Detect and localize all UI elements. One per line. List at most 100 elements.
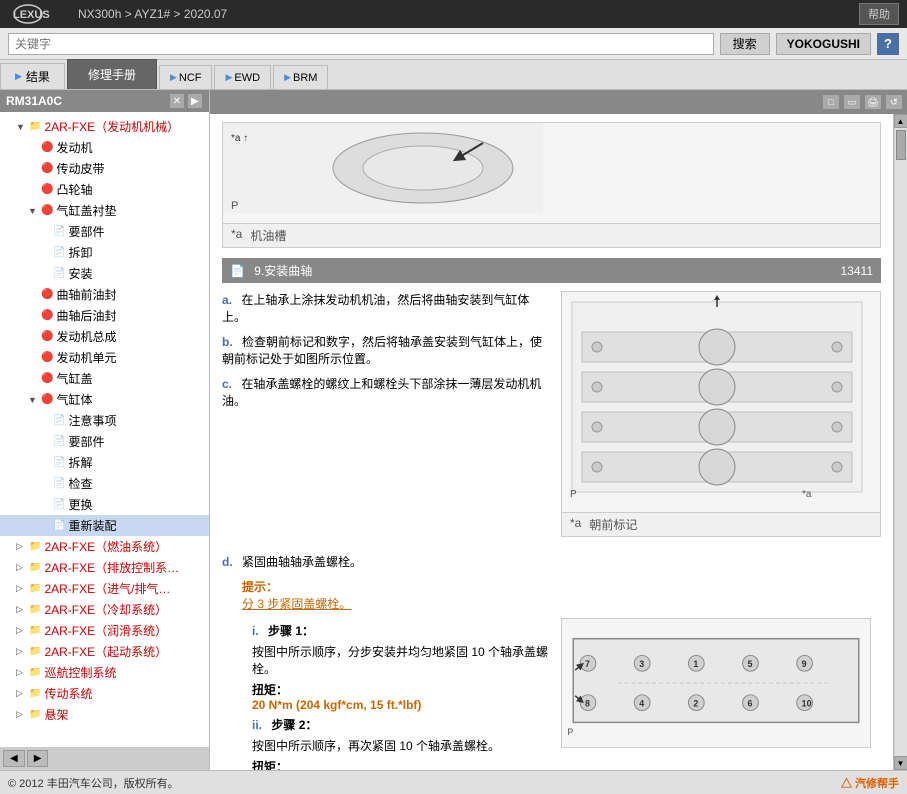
step-b: b. 检查朝前标记和数字，然后将轴承盖安装到气缸体上，使朝前标记处于如图所示位置…: [222, 333, 551, 367]
folder-icon: 📁: [29, 688, 41, 699]
tree-item-disassembly[interactable]: 📄 拆解: [0, 452, 209, 473]
substep-ii-text: 按图中所示顺序，再次紧固 10 个轴承盖螺栓。: [252, 737, 551, 754]
svg-text:6: 6: [748, 699, 753, 709]
section-title: 9.安装曲轴: [254, 264, 312, 278]
crankshaft-diagram-right: P *a *a 朝前标记: [561, 291, 881, 545]
tree-item-transmission[interactable]: ▷ 📁 传动系统: [0, 683, 209, 704]
nav-left-button[interactable]: ◀: [3, 750, 25, 767]
tree-container: ▼ 📁 2AR-FXE（发动机机械） 🔴 发动机 🔴 传动皮带 🔴 凸轮轴: [0, 112, 209, 747]
brm-label: BRM: [293, 72, 317, 84]
oil-groove-diagram: P *a ↑: [223, 123, 543, 223]
svg-text:5: 5: [748, 659, 753, 669]
scroll-down-arrow[interactable]: ▼: [894, 756, 907, 770]
tree-item-label: 发动机单元: [56, 349, 116, 366]
steps-left: a. 在上轴承上涂抹发动机机油，然后将曲轴安装到气缸体上。 b. 检查朝前标记和…: [222, 291, 551, 545]
yokogushi-button[interactable]: YOKOGUSHI: [776, 33, 871, 55]
right-scrollbar: ▲ ▼: [893, 114, 907, 770]
tree-item-emission-control[interactable]: ▷ 📁 2AR-FXE（排放控制系…: [0, 557, 209, 578]
step-a-text: 在上轴承上涂抹发动机机油，然后将曲轴安装到气缸体上。: [222, 293, 529, 324]
tab-brm[interactable]: ▶ BRM: [273, 65, 328, 89]
content-btn-2[interactable]: ▭: [843, 94, 861, 110]
folder-icon: 📁: [29, 646, 41, 657]
scroll-up-arrow[interactable]: ▲: [894, 114, 907, 128]
nav-right-button[interactable]: ▶: [27, 750, 49, 767]
tree-item-label: 巡航控制系统: [44, 664, 116, 681]
tab-repair-manual[interactable]: 修理手册: [67, 59, 157, 89]
ewd-label: EWD: [234, 72, 260, 84]
tree-item-installation[interactable]: 📄 安装: [0, 263, 209, 284]
tree-item-2arfxe-engine[interactable]: ▼ 📁 2AR-FXE（发动机机械）: [0, 116, 209, 137]
tree-item-suspension[interactable]: ▷ 📁 悬架: [0, 704, 209, 725]
tree-item-reassembly[interactable]: 📄 重新装配: [0, 515, 209, 536]
tree-item-belt[interactable]: 🔴 传动皮带: [0, 158, 209, 179]
tree-item-cylinder-block[interactable]: ▼ 🔴 气缸体: [0, 389, 209, 410]
tree-item-cruise-control[interactable]: ▷ 📁 巡航控制系统: [0, 662, 209, 683]
panel-header-controls: ✕ ▶: [169, 93, 203, 109]
tree-item-label: 2AR-FXE（润滑系统）: [44, 622, 167, 639]
tree-item-notes[interactable]: 📄 注意事项: [0, 410, 209, 431]
svg-text:P: P: [231, 200, 238, 212]
tree-item-camshaft[interactable]: 🔴 凸轮轴: [0, 179, 209, 200]
folder-icon: 📁: [29, 604, 41, 615]
tree-item-fuel-system[interactable]: ▷ 📁 2AR-FXE（燃油系统）: [0, 536, 209, 557]
right-panel: □ ▭ 🖨 ↺ P: [210, 90, 907, 770]
content-print-btn[interactable]: 🖨: [864, 94, 882, 110]
folder-icon: 📁: [29, 541, 41, 552]
content-refresh-btn[interactable]: ↺: [885, 94, 903, 110]
tree-item-label: 发动机: [56, 139, 92, 156]
content-btn-1[interactable]: □: [822, 94, 840, 110]
svg-text:P: P: [567, 727, 573, 737]
search-button[interactable]: 搜索: [720, 33, 770, 55]
folder-icon: 📁: [29, 625, 41, 636]
svg-text:2: 2: [693, 699, 698, 709]
tree-item-inspection[interactable]: 📄 检查: [0, 473, 209, 494]
help-button[interactable]: 帮助: [859, 3, 899, 25]
tree-item-front-seal[interactable]: 🔴 曲轴前油封: [0, 284, 209, 305]
tree-item-replacement[interactable]: 📄 更换: [0, 494, 209, 515]
panel-expand-button[interactable]: ▶: [187, 93, 203, 109]
tree-item-engine[interactable]: 🔴 发动机: [0, 137, 209, 158]
oil-groove-image: P *a ↑: [222, 122, 881, 248]
results-label: 结果: [26, 68, 50, 85]
tree-item-parts[interactable]: 📄 要部件: [0, 431, 209, 452]
ncf-arrow: ▶: [170, 72, 177, 83]
help-icon-button[interactable]: ?: [877, 33, 899, 55]
tab-results[interactable]: ▶ 结果: [0, 63, 65, 89]
panel-close-button[interactable]: ✕: [169, 93, 185, 109]
folder-icon: 🔴: [41, 289, 53, 300]
substep-i-left: i. 步骤 1： 按图中所示顺序，分步安装并均匀地紧固 10 个轴承盖螺栓。 扭…: [222, 618, 551, 770]
tree-item-head-gasket[interactable]: ▼ 🔴 气缸盖衬垫: [0, 200, 209, 221]
svg-text:4: 4: [639, 699, 644, 709]
tree-item-starter[interactable]: ▷ 📁 2AR-FXE（起动系统）: [0, 641, 209, 662]
svg-text:7: 7: [585, 659, 590, 669]
svg-text:9: 9: [802, 659, 807, 669]
tree-item-cylinder-head[interactable]: 🔴 气缸盖: [0, 368, 209, 389]
tree-item-cooling[interactable]: ▷ 📁 2AR-FXE（冷却系统）: [0, 599, 209, 620]
tree-item-lubrication[interactable]: ▷ 📁 2AR-FXE（润滑系统）: [0, 620, 209, 641]
tree-item-label: 安装: [68, 265, 92, 282]
tree-toggle: ▼: [28, 206, 38, 216]
hint-link[interactable]: 分 3 步紧固盖螺栓。: [242, 597, 351, 611]
folder-icon: 🔴: [41, 352, 53, 363]
svg-text:1: 1: [693, 659, 698, 669]
tree-item-engine-assembly[interactable]: 🔴 发动机总成: [0, 326, 209, 347]
tree-toggle: ▼: [28, 395, 38, 405]
tree-item-intake-exhaust[interactable]: ▷ 📁 2AR-FXE（进气/排气…: [0, 578, 209, 599]
tree-item-engine-unit[interactable]: 🔴 发动机单元: [0, 347, 209, 368]
scroll-thumb[interactable]: [896, 130, 906, 160]
tree-item-label: 传动系统: [44, 685, 92, 702]
repair-manual-label: 修理手册: [88, 66, 136, 83]
tab-ncf[interactable]: ▶ NCF: [159, 65, 213, 89]
tree-item-label: 2AR-FXE（燃油系统）: [44, 538, 167, 555]
bottom-label-text: 朝前标记: [589, 516, 637, 533]
search-input[interactable]: [8, 33, 714, 55]
tree-toggle: ▷: [16, 625, 26, 636]
tree-item-components[interactable]: 📄 要部件: [0, 221, 209, 242]
tree-item-removal[interactable]: 📄 拆卸: [0, 242, 209, 263]
footer: © 2012 丰田汽车公司，版权所有。 △ 汽修帮手: [0, 770, 907, 794]
tree-item-rear-seal[interactable]: 🔴 曲轴后油封: [0, 305, 209, 326]
substep-i: i. 步骤 1： 按图中所示顺序，分步安装并均匀地紧固 10 个轴承盖螺栓。 扭…: [252, 622, 551, 712]
doc-icon: 📄: [53, 457, 65, 468]
tab-ewd[interactable]: ▶ EWD: [214, 65, 271, 89]
substep-ii-title: 步骤 2：: [271, 718, 317, 732]
